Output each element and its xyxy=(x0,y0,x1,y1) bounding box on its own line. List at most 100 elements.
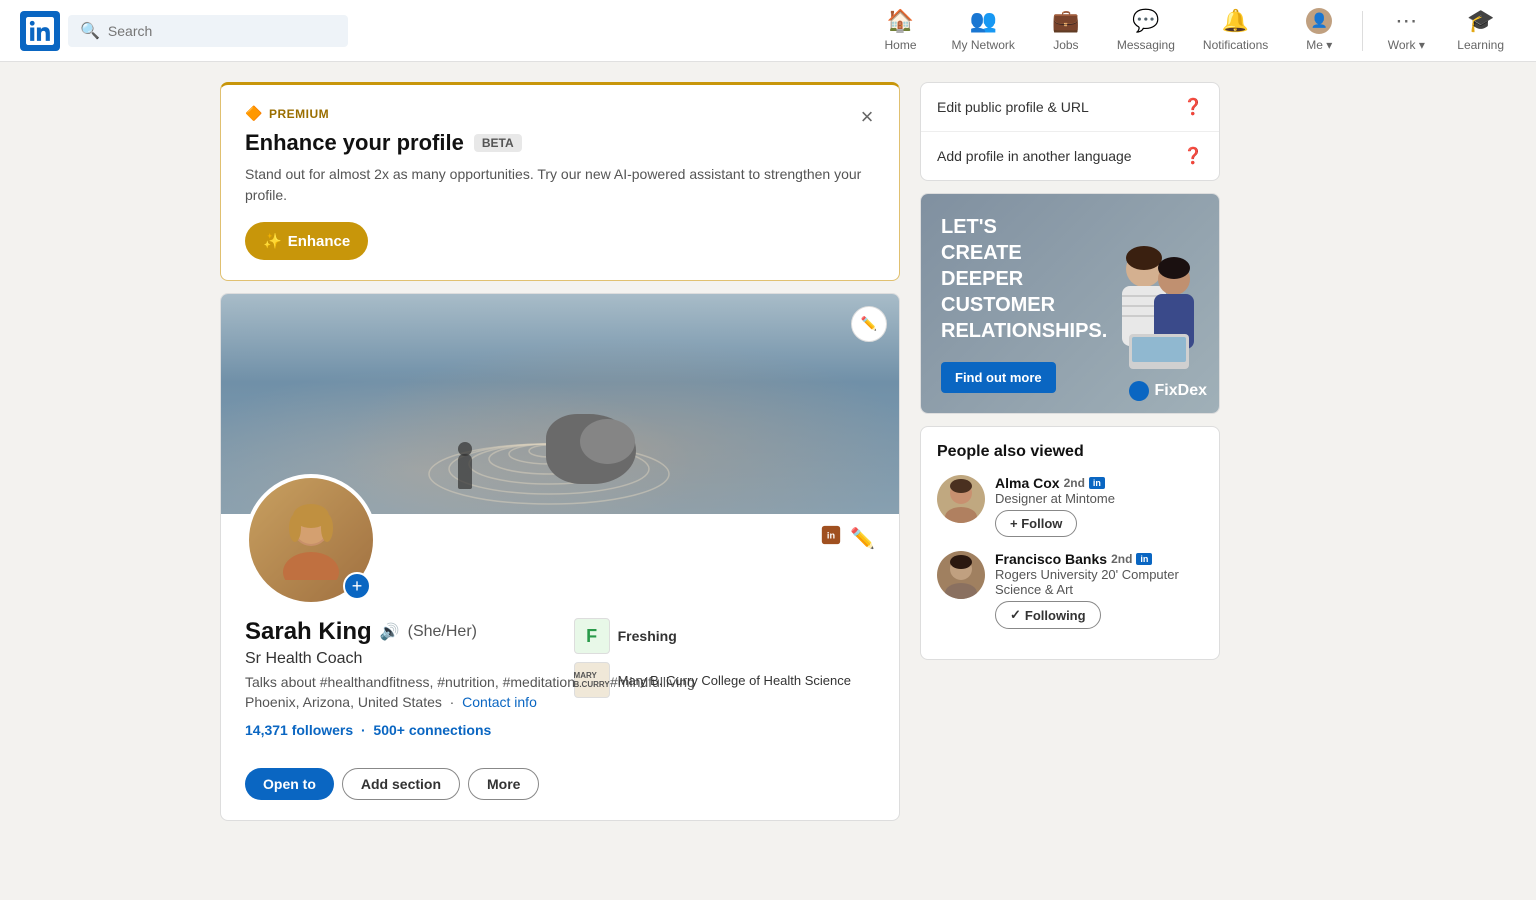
ad-card: LET'S CREATE DEEPER CUSTOMER RELATIONSHI… xyxy=(920,193,1220,414)
nav-items: 🏠 Home 👥 My Network 💼 Jobs 💬 Messaging 🔔… xyxy=(866,2,1516,60)
nav-label-learning: Learning xyxy=(1457,38,1504,52)
contact-info-link[interactable]: Contact info xyxy=(462,694,537,710)
close-button[interactable]: × xyxy=(851,101,883,133)
avatar: 👤 xyxy=(1306,8,1332,34)
enhance-button[interactable]: ✨ Enhance xyxy=(245,222,368,260)
linkedin-share-button[interactable]: in xyxy=(820,524,842,552)
left-column: × 🔶 PREMIUM Enhance your profile BETA St… xyxy=(220,82,900,821)
pronouns-text: (She/Her) xyxy=(408,623,477,641)
nav-divider xyxy=(1362,11,1363,51)
freshing-name: Freshing xyxy=(618,628,677,644)
francisco-banks-info: Francisco Banks 2nd in Rogers University… xyxy=(995,551,1203,629)
ad-illustration xyxy=(1094,214,1214,394)
work-icon: ⋯ xyxy=(1395,8,1417,34)
followers-count[interactable]: 14,371 followers xyxy=(245,722,353,738)
brand-dot-icon xyxy=(1129,381,1149,401)
nav-item-home[interactable]: 🏠 Home xyxy=(866,2,936,60)
pencil-icon: ✏️ xyxy=(861,316,878,332)
person-row-alma-cox: Alma Cox 2nd in Designer at Mintome + Fo… xyxy=(937,475,1203,537)
avatar-wrap: + xyxy=(245,474,377,606)
more-button[interactable]: More xyxy=(468,768,539,800)
nav-item-messaging[interactable]: 💬 Messaging xyxy=(1105,2,1187,60)
profile-info-row: Sarah King 🔊 (She/Her) Sr Health Coach T… xyxy=(245,618,875,754)
nav-item-learning[interactable]: 🎓 Learning xyxy=(1445,2,1516,60)
check-icon: ✓ xyxy=(1010,607,1021,623)
nav-item-me[interactable]: 👤 Me ▾ xyxy=(1284,2,1354,60)
profile-companies: F Freshing MARYB.CURRY Mary B. Curry Col… xyxy=(574,618,851,698)
speaker-icon[interactable]: 🔊 xyxy=(380,622,400,642)
ad-brand: FixDex xyxy=(1129,381,1207,401)
search-input[interactable] xyxy=(108,23,336,39)
edit-profile-button[interactable]: ✏️ xyxy=(850,526,875,551)
freshing-logo[interactable]: F xyxy=(574,618,610,654)
location-text: Phoenix, Arizona, United States xyxy=(245,694,442,710)
nav-label-work: Work ▾ xyxy=(1388,38,1425,52)
jobs-icon: 💼 xyxy=(1052,8,1079,34)
beta-tag: BETA xyxy=(474,134,522,152)
mary-curry-logo[interactable]: MARYB.CURRY xyxy=(574,662,610,698)
help-icon-edit-profile[interactable]: ❓ xyxy=(1183,97,1203,117)
francisco-banks-li-badge: in xyxy=(1136,553,1152,565)
following-francisco-label: Following xyxy=(1025,608,1086,623)
wand-icon: ✨ xyxy=(263,232,282,250)
nav-item-work[interactable]: ⋯ Work ▾ xyxy=(1371,2,1441,60)
avatar-row: + in ✏️ xyxy=(245,474,875,606)
francisco-banks-avatar xyxy=(937,551,985,599)
francisco-banks-subtitle: Rogers University 20' Computer Science &… xyxy=(995,567,1203,597)
profile-stats: 14,371 followers · 500+ connections xyxy=(245,722,695,738)
alma-cox-degree: 2nd xyxy=(1064,476,1085,490)
alma-cox-subtitle: Designer at Mintome xyxy=(995,491,1203,506)
nav-label-home: Home xyxy=(885,38,917,52)
edit-public-profile-item[interactable]: Edit public profile & URL ❓ xyxy=(921,83,1219,132)
navbar: 🔍 🏠 Home 👥 My Network 💼 Jobs 💬 Messaging… xyxy=(0,0,1536,62)
messaging-icon: 💬 xyxy=(1132,8,1159,34)
nav-item-notifications[interactable]: 🔔 Notifications xyxy=(1191,2,1280,60)
nav-label-me: Me ▾ xyxy=(1306,38,1332,52)
follow-alma-label: Follow xyxy=(1021,516,1062,531)
brand-name: FixDex xyxy=(1155,382,1207,400)
svg-text:in: in xyxy=(827,531,836,541)
premium-card: × 🔶 PREMIUM Enhance your profile BETA St… xyxy=(220,82,900,281)
following-francisco-button[interactable]: ✓ Following xyxy=(995,601,1101,629)
connections-count[interactable]: 500+ connections xyxy=(373,722,491,738)
alma-cox-avatar xyxy=(937,475,985,523)
nav-item-my-network[interactable]: 👥 My Network xyxy=(940,2,1027,60)
add-section-button[interactable]: Add section xyxy=(342,768,460,800)
premium-title: Enhance your profile BETA xyxy=(245,130,875,156)
add-photo-button[interactable]: + xyxy=(343,572,371,600)
edit-banner-button[interactable]: ✏️ xyxy=(851,306,887,342)
gem-icon: 🔶 xyxy=(245,105,263,122)
nav-label-notifications: Notifications xyxy=(1203,38,1268,52)
nav-label-my-network: My Network xyxy=(952,38,1015,52)
learning-icon: 🎓 xyxy=(1467,8,1494,34)
open-to-button[interactable]: Open to xyxy=(245,768,334,800)
profile-card: ✏️ xyxy=(220,293,900,821)
name-text: Sarah King xyxy=(245,618,372,646)
add-language-item[interactable]: Add profile in another language ❓ xyxy=(921,132,1219,180)
people-also-viewed-title: People also viewed xyxy=(937,443,1203,461)
profile-actions: in ✏️ xyxy=(820,524,875,552)
follow-alma-button[interactable]: + Follow xyxy=(995,510,1077,537)
search-icon: 🔍 xyxy=(80,21,100,41)
home-icon: 🏠 xyxy=(887,8,914,34)
francisco-banks-degree: 2nd xyxy=(1111,552,1132,566)
add-language-label: Add profile in another language xyxy=(937,148,1132,164)
person-row-francisco-banks: Francisco Banks 2nd in Rogers University… xyxy=(937,551,1203,629)
enhance-label: Enhance xyxy=(288,233,351,250)
help-icon-add-language[interactable]: ❓ xyxy=(1183,146,1203,166)
premium-badge-text: PREMIUM xyxy=(269,107,329,121)
ad-cta-button[interactable]: Find out more xyxy=(941,362,1056,393)
alma-cox-li-badge: in xyxy=(1089,477,1105,489)
alma-cox-name-text: Alma Cox xyxy=(995,475,1060,491)
plus-icon: + xyxy=(1010,516,1018,531)
profile-links-card: Edit public profile & URL ❓ Add profile … xyxy=(920,82,1220,181)
mary-curry-info: Mary B. Curry College of Health Science xyxy=(618,673,851,688)
alma-cox-name: Alma Cox 2nd in xyxy=(995,475,1203,491)
company-row-mary-curry: MARYB.CURRY Mary B. Curry College of Hea… xyxy=(574,662,851,698)
nav-item-jobs[interactable]: 💼 Jobs xyxy=(1031,2,1101,60)
mary-curry-name: Mary B. Curry College of Health Science xyxy=(618,673,851,688)
notifications-icon: 🔔 xyxy=(1222,8,1249,34)
linkedin-logo[interactable] xyxy=(20,11,60,51)
profile-buttons: Open to Add section More xyxy=(245,768,875,800)
search-bar[interactable]: 🔍 xyxy=(68,15,348,47)
